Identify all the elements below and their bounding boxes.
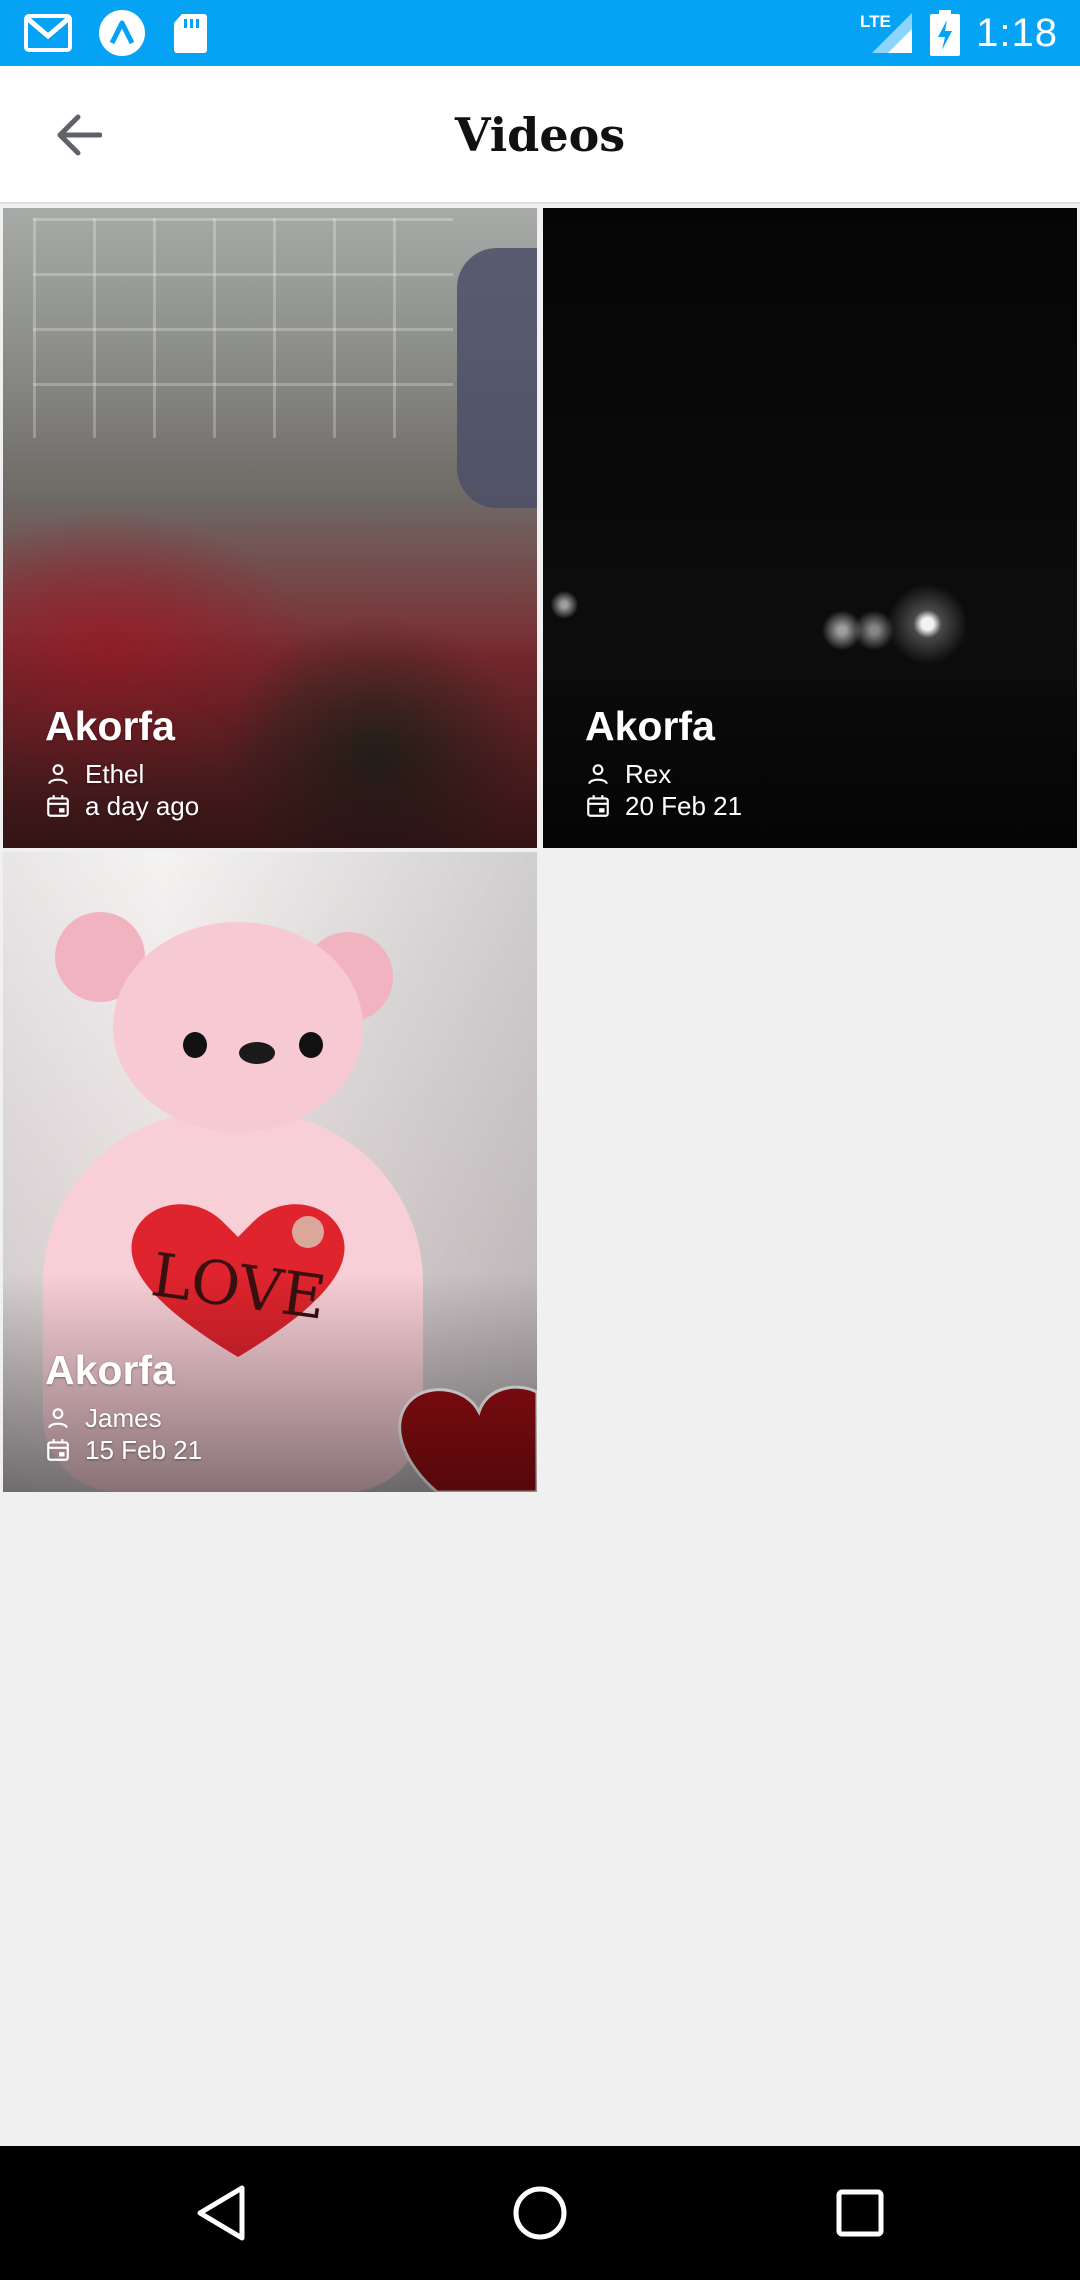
person-icon bbox=[48, 764, 68, 785]
video-date: 15 Feb 21 bbox=[85, 1434, 203, 1465]
person-icon bbox=[588, 764, 608, 785]
network-type: LTE bbox=[860, 12, 891, 31]
home-nav-icon bbox=[513, 2186, 567, 2240]
gmail-icon bbox=[24, 14, 72, 52]
video-author: Ethel bbox=[85, 758, 145, 789]
video-title: Akorfa bbox=[45, 1347, 175, 1393]
video-title: Akorfa bbox=[585, 703, 715, 749]
video-card[interactable]: LOVE Akorfa James 15 Feb 21 bbox=[3, 852, 537, 1492]
app-bar: Videos bbox=[0, 66, 1080, 204]
status-bar: LTE 1:18 bbox=[0, 0, 1080, 66]
app-icon bbox=[98, 9, 146, 57]
video-date: 20 Feb 21 bbox=[625, 790, 743, 821]
video-card[interactable]: Akorfa Rex 20 Feb 21 bbox=[543, 208, 1077, 848]
nav-home-button[interactable] bbox=[500, 2176, 580, 2250]
video-info: Akorfa James 15 Feb 21 bbox=[45, 1347, 202, 1466]
calendar-icon bbox=[587, 795, 609, 817]
navigation-bar bbox=[0, 2146, 1080, 2280]
person-icon bbox=[48, 1408, 68, 1429]
battery-charging-icon bbox=[930, 10, 961, 56]
sd-card-icon bbox=[172, 12, 208, 54]
nav-back-button[interactable] bbox=[180, 2176, 260, 2250]
back-nav-icon bbox=[197, 2185, 245, 2241]
video-author: Rex bbox=[625, 758, 672, 789]
video-date: a day ago bbox=[85, 790, 200, 821]
video-card[interactable]: Akorfa Ethel a day ago bbox=[3, 208, 537, 848]
video-info: Akorfa Rex 20 Feb 21 bbox=[585, 703, 742, 822]
calendar-icon bbox=[47, 1439, 69, 1461]
video-author: James bbox=[85, 1402, 162, 1433]
status-time: 1:18 bbox=[976, 10, 1058, 55]
page-title: Videos bbox=[454, 108, 626, 162]
recents-nav-icon bbox=[836, 2189, 884, 2237]
nav-recents-button[interactable] bbox=[820, 2176, 900, 2250]
video-title: Akorfa bbox=[45, 703, 175, 749]
signal-icon: LTE bbox=[860, 11, 914, 55]
calendar-icon bbox=[47, 795, 69, 817]
video-info: Akorfa Ethel a day ago bbox=[45, 703, 199, 822]
